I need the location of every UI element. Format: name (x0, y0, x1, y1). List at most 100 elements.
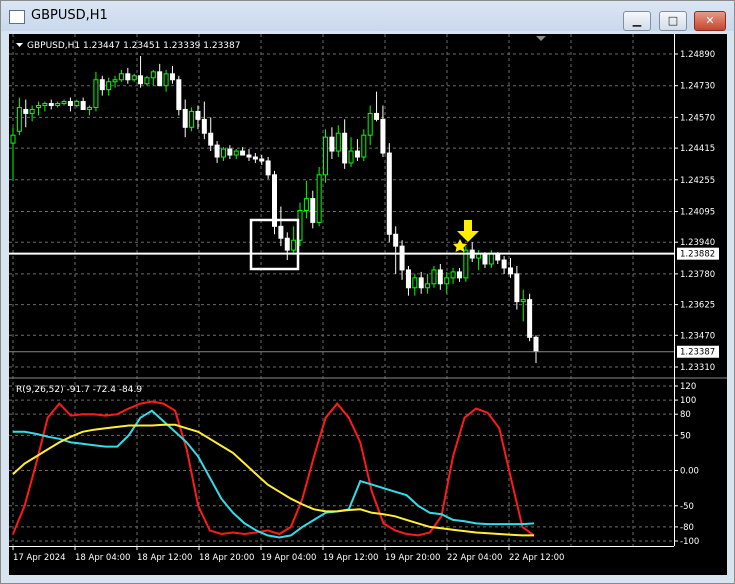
candle (220, 147, 226, 161)
candle (463, 246, 469, 282)
candle (284, 232, 290, 261)
candle (323, 129, 329, 183)
candle (367, 105, 373, 146)
candle (444, 271, 450, 294)
time-tick-label: 17 Apr 2024 (13, 553, 66, 563)
candle (501, 256, 507, 274)
candle (272, 170, 277, 235)
candle (437, 263, 443, 290)
indicator-line-1 (12, 400, 535, 537)
window-title: GBPUSD,H1 (31, 8, 108, 23)
candle (354, 139, 360, 161)
indicator-tick-label: -50 (680, 502, 694, 512)
indicator-tick-label: 0.00 (680, 467, 699, 477)
price-tick-label: 1.23780 (680, 270, 715, 280)
price-tick-label: 1.23625 (680, 301, 715, 311)
candle (138, 55, 144, 88)
candle (456, 267, 462, 282)
chart-canvas[interactable]: GBPUSD,H1 1.23447 1.23451 1.23339 1.2338… (9, 34, 727, 575)
svg-text:1.23882: 1.23882 (680, 250, 715, 260)
price-tick-label: 1.24095 (680, 207, 715, 217)
candle (157, 63, 163, 87)
candle (208, 117, 214, 152)
candle (405, 265, 411, 296)
candle (303, 180, 309, 219)
candle (106, 77, 112, 96)
down-arrow-marker (457, 220, 479, 242)
time-tick-label: 19 Apr 20:00 (385, 553, 440, 563)
indicator-ticks: 120 100 80 50 0.00 -50 -80 -100 (674, 382, 699, 547)
price-tick-label: 1.24890 (680, 50, 715, 60)
candle (42, 101, 48, 112)
candle (163, 69, 169, 92)
candle (342, 119, 348, 169)
candle (67, 97, 73, 112)
minimize-button[interactable]: ▁ (623, 11, 651, 31)
indicator-header: R(9,26,52) -91.7 -72.4 -84.9 (16, 385, 142, 395)
chart-window: GBPUSD,H1 ▁ □ ✕ GBPUSD,H1 1.23447 1.2345… (0, 0, 735, 584)
chart-area[interactable]: GBPUSD,H1 1.23447 1.23451 1.23339 1.2338… (9, 34, 727, 575)
candle (201, 101, 207, 140)
candle (99, 75, 105, 96)
candle (412, 273, 418, 296)
svg-text:1.23387: 1.23387 (680, 348, 715, 358)
candle (182, 99, 188, 138)
indicator-tick-label: -80 (680, 523, 694, 533)
indicator-tick-label: 100 (680, 396, 696, 406)
candle (176, 75, 182, 116)
candle (374, 91, 380, 122)
time-tick-label: 18 Apr 12:00 (137, 553, 192, 563)
candle (386, 143, 392, 243)
candle (169, 65, 175, 84)
candle (144, 75, 150, 86)
time-tick-label: 19 Apr 04:00 (261, 553, 316, 563)
price-header-text: GBPUSD,H1 1.23447 1.23451 1.23339 1.2338… (27, 41, 240, 51)
candle (514, 265, 520, 310)
candle (431, 265, 437, 288)
candle (131, 73, 137, 82)
candle (23, 99, 29, 128)
candle (533, 335, 539, 364)
candle (380, 105, 386, 158)
close-button[interactable]: ✕ (694, 11, 726, 31)
price-ticks: 1.24890 1.24730 1.24570 1.24415 1.24255 1.240… (674, 50, 715, 373)
candle (450, 267, 456, 284)
price-tick-label: 1.24255 (680, 176, 715, 186)
candle (469, 242, 475, 263)
candle (118, 69, 124, 82)
candle (87, 105, 93, 116)
chart-window-icon (9, 10, 25, 24)
indicator-panel: R(9,26,52) -91.7 -72.4 -84.9 (12, 385, 535, 539)
candle (150, 69, 156, 86)
candle (361, 129, 367, 161)
candle (335, 125, 341, 158)
candle (278, 206, 284, 247)
candle (29, 105, 35, 122)
time-tick-label: 18 Apr 04:00 (75, 553, 130, 563)
chart-grid (9, 34, 674, 546)
indicator-lines (12, 400, 535, 539)
current-price-tag: 1.23387 (677, 345, 719, 358)
candle (265, 157, 271, 179)
window-titlebar[interactable]: GBPUSD,H1 ▁ □ ✕ (1, 1, 734, 31)
horizontal-line-price-tag: 1.23882 (677, 247, 719, 260)
candle (259, 155, 265, 165)
maximize-button[interactable]: □ (659, 11, 687, 31)
price-tick-label: 1.23310 (680, 363, 715, 373)
candle (418, 271, 424, 294)
indicator-tick-label: -100 (680, 537, 699, 547)
candle (61, 99, 67, 106)
candle (93, 71, 99, 112)
candle (425, 273, 431, 294)
candle (55, 101, 61, 108)
candle (316, 166, 322, 227)
time-tick-label: 22 Apr 04:00 (447, 553, 502, 563)
time-tick-label: 18 Apr 20:00 (199, 553, 254, 563)
price-panel: GBPUSD,H1 1.23447 1.23451 1.23339 1.2338… (9, 36, 674, 364)
time-axis-labels: 17 Apr 2024 18 Apr 04:00 18 Apr 12:00 18 Ap… (12, 546, 564, 563)
price-tick-label: 1.24730 (680, 82, 715, 92)
candle (16, 97, 22, 136)
indicator-tick-label: 50 (680, 431, 691, 441)
chart-shift-marker[interactable] (536, 36, 546, 41)
candle (125, 67, 131, 84)
